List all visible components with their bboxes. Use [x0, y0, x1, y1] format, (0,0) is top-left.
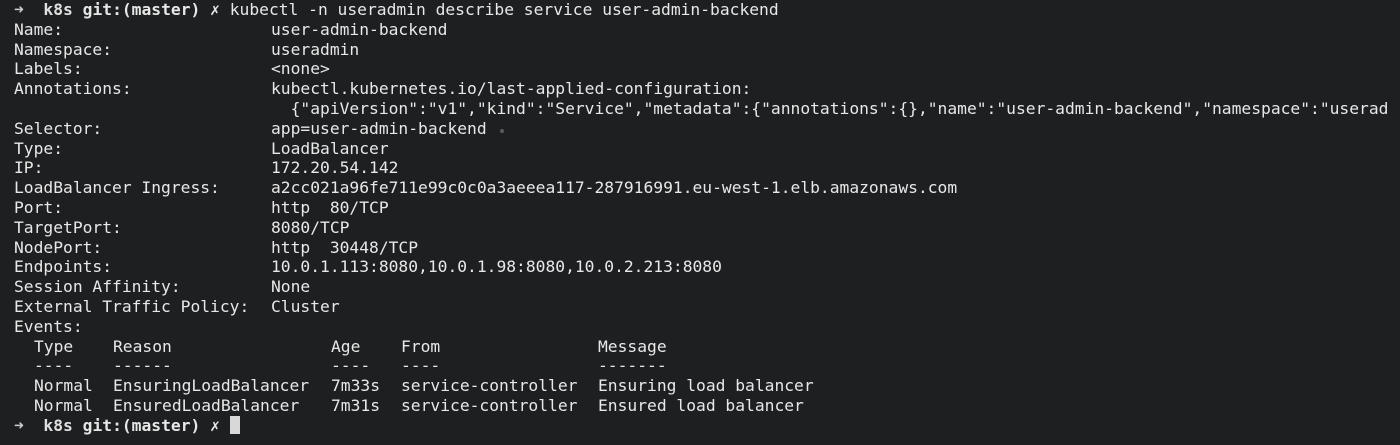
event-from: service-controller [401, 376, 578, 396]
field-value: useradmin [271, 39, 360, 59]
event-message: Ensured load balancer [598, 396, 804, 415]
field-row: External Traffic Policy: Cluster [14, 297, 340, 317]
field-value: 10.0.1.113:8080,10.0.1.98:8080,10.0.2.21… [271, 257, 722, 277]
field-key: Session Affinity: [14, 277, 181, 297]
field-row: Annotations: kubectl.kubernetes.io/last-a… [14, 79, 751, 99]
field-value: app=user-admin-backend [271, 118, 487, 138]
field-value: http 30448/TCP [271, 237, 419, 257]
field-row: Session Affinity: None [14, 277, 310, 297]
field-key: Events: [14, 316, 83, 336]
event-type: Normal [34, 396, 93, 415]
event-message: Ensuring load balancer [598, 376, 814, 396]
prompt-dirty-mark: ✗ [210, 0, 220, 19]
text-cursor[interactable] [229, 415, 240, 434]
prompt-directory: k8s [43, 415, 73, 435]
field-key: Labels: [14, 59, 83, 79]
decorative-dot [500, 129, 504, 133]
prompt-directory: k8s [43, 0, 73, 19]
events-col-reason: Reason [113, 336, 172, 356]
prompt-arrow-icon: ➜ [14, 0, 24, 19]
prompt-line[interactable]: ➜ k8s git:(master) ✗ [14, 415, 240, 436]
events-col-from: From [401, 336, 441, 356]
field-value: http 80/TCP [271, 198, 389, 217]
prompt-arrow-icon: ➜ [14, 415, 24, 435]
field-row: Selector: app=user-admin-backend [14, 119, 487, 139]
command-line: ➜ k8s git:(master) ✗ kubectl -n useradmi… [14, 0, 779, 20]
field-key: NodePort: [14, 237, 103, 257]
field-row: NodePort: http 30448/TCP [14, 238, 418, 258]
event-reason: EnsuredLoadBalancer [113, 396, 300, 415]
field-row: Namespace: useradmin [14, 40, 359, 60]
field-value: 172.20.54.142 [271, 158, 399, 178]
field-value: Cluster [271, 297, 340, 316]
command-text: kubectl -n useradmin describe service us… [229, 0, 779, 19]
field-value: 8080/TCP [271, 217, 350, 237]
field-value: LoadBalancer [271, 138, 389, 158]
event-age: 7m33s [331, 376, 381, 396]
event-age: 7m31s [331, 396, 381, 415]
events-underline: ---- [401, 356, 441, 376]
events-underline: ---- [331, 356, 371, 376]
field-row: Endpoints: 10.0.1.113:8080,10.0.1.98:8080… [14, 257, 722, 277]
events-col-age: Age [331, 336, 361, 356]
prompt-dirty-mark: ✗ [210, 415, 220, 435]
field-key: Endpoints: [14, 257, 113, 277]
field-key: External Traffic Policy: [14, 297, 250, 316]
field-key: LoadBalancer Ingress: [14, 178, 220, 198]
field-key: TargetPort: [14, 217, 122, 237]
field-key: IP: [14, 158, 44, 178]
event-reason: EnsuringLoadBalancer [113, 376, 310, 396]
field-row: TargetPort: 8080/TCP [14, 218, 349, 238]
field-value: a2cc021a96fe711e99c0c0a3aeeea117-2879169… [271, 178, 958, 198]
events-col-message: Message [598, 336, 667, 356]
field-value: <none> [271, 59, 330, 79]
field-key: Type: [14, 138, 64, 158]
field-value: user-admin-backend [271, 19, 448, 39]
field-key: Annotations: [14, 79, 132, 99]
field-key: Name: [14, 19, 64, 39]
field-row: Port: http 80/TCP [14, 198, 389, 218]
events-col-type: Type [34, 336, 74, 356]
field-value: {"apiVersion":"v1","kind":"Service","met… [271, 99, 1389, 118]
events-underline: ------ [113, 356, 172, 376]
event-type: Normal [34, 376, 93, 396]
events-underline: ---- [34, 356, 74, 376]
terminal-window[interactable]: ➜ k8s git:(master) ✗ kubectl -n useradmi… [0, 0, 1400, 445]
field-key: Selector: [14, 118, 103, 138]
prompt-branch: (master) [121, 0, 201, 19]
field-row: Type: LoadBalancer [14, 139, 389, 159]
prompt-branch: (master) [121, 415, 201, 435]
field-value: None [271, 277, 311, 297]
field-row: Labels: <none> [14, 59, 330, 79]
field-key: Port: [14, 198, 64, 217]
prompt-git-label: git: [82, 0, 122, 19]
field-row: LoadBalancer Ingress: a2cc021a96fe711e99c… [14, 178, 957, 198]
field-row: Name: user-admin-backend [14, 20, 447, 40]
field-row: Events: [14, 317, 271, 337]
field-key: Namespace: [14, 39, 113, 59]
prompt-git-label: git: [82, 415, 122, 435]
field-value: kubectl.kubernetes.io/last-applied-confi… [271, 79, 752, 99]
field-row-continuation: {"apiVersion":"v1","kind":"Service","met… [14, 99, 1389, 119]
event-from: service-controller [401, 396, 578, 415]
events-underline: ------- [598, 356, 667, 376]
field-row: IP: 172.20.54.142 [14, 158, 398, 178]
